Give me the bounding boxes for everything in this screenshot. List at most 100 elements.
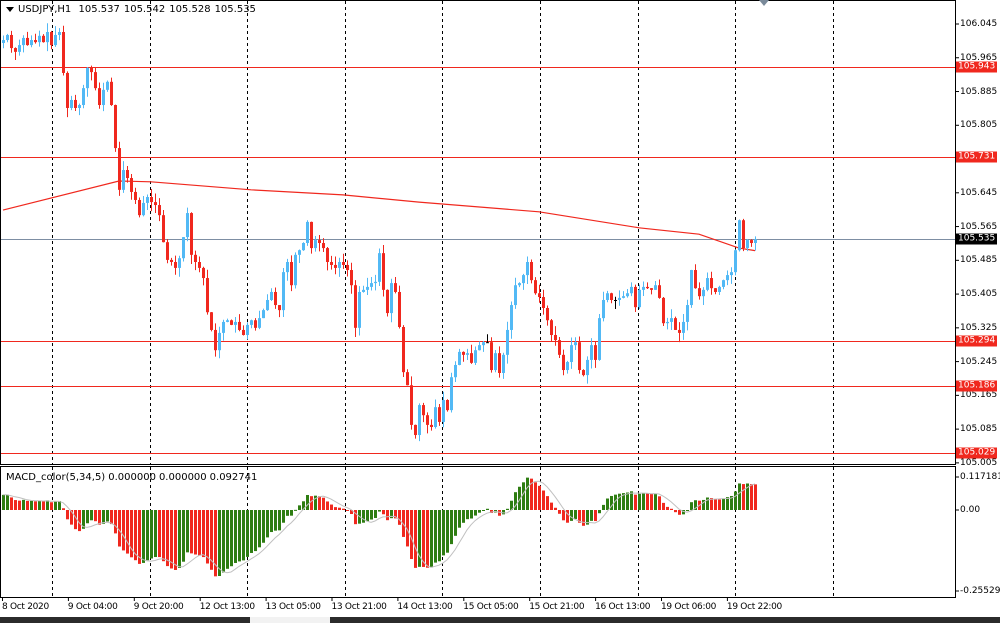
chart-shift-marker-icon[interactable] — [759, 0, 769, 6]
candle-body — [698, 288, 701, 297]
candle-body — [134, 191, 137, 200]
macd-histogram-bar — [366, 510, 369, 522]
candle-body — [558, 340, 561, 355]
macd-histogram-bar — [174, 510, 177, 570]
candle-body — [146, 197, 149, 203]
price-axis-label: 105.325 — [960, 322, 998, 333]
macd-histogram-bar — [598, 510, 601, 514]
candle-body — [270, 291, 273, 300]
candle-body — [614, 299, 617, 301]
macd-histogram-bar — [158, 510, 161, 558]
macd-histogram-bar — [218, 510, 221, 577]
candle-body — [706, 278, 709, 290]
macd-histogram-bar — [742, 484, 745, 510]
candle-body — [262, 310, 265, 319]
dropdown-triangle-icon[interactable] — [6, 6, 14, 12]
macd-histogram-bar — [690, 502, 693, 510]
macd-histogram-bar — [570, 510, 573, 521]
macd-histogram-bar — [226, 510, 229, 569]
candle-body — [150, 197, 153, 203]
candle-body — [234, 321, 237, 325]
macd-histogram-bar — [10, 497, 13, 510]
candle-body — [446, 400, 449, 411]
macd-histogram-bar — [110, 510, 113, 525]
candle-body — [654, 285, 657, 290]
macd-histogram-bar — [146, 510, 149, 561]
candle-body — [290, 262, 293, 286]
candle-body — [422, 405, 425, 416]
macd-histogram-bar — [590, 510, 593, 521]
candle-body — [14, 48, 17, 52]
candle-body — [242, 329, 245, 336]
macd-histogram-bar — [282, 510, 285, 523]
candle-body — [514, 285, 517, 306]
candle-body — [674, 318, 677, 330]
macd-histogram-bar — [250, 510, 253, 553]
candle-body — [306, 221, 309, 244]
macd-histogram-bar — [434, 510, 437, 563]
macd-histogram-bar — [674, 510, 677, 513]
macd-histogram-bar — [542, 490, 545, 510]
price-axis-label: 105.245 — [960, 356, 998, 367]
candle-body — [142, 202, 145, 216]
macd-histogram-bar — [338, 507, 341, 510]
bid-price-tag: 105.535 — [956, 233, 998, 245]
candle-body — [474, 350, 477, 363]
price-axis-label: 105.485 — [960, 255, 998, 266]
candle-body — [282, 272, 285, 311]
macd-histogram-bar — [166, 510, 169, 567]
macd-histogram-bar — [726, 497, 729, 510]
chart-tab-active[interactable] — [250, 617, 330, 623]
macd-histogram-bar — [414, 510, 417, 568]
candle-body — [594, 345, 597, 360]
candle-body — [250, 320, 253, 325]
macd-histogram-bar — [242, 510, 245, 561]
candle-body — [746, 240, 749, 249]
macd-histogram-bar — [450, 510, 453, 545]
candle-body — [94, 72, 97, 89]
macd-histogram-bar — [738, 483, 741, 510]
macd-histogram-bar — [50, 502, 53, 510]
candle-body — [118, 148, 121, 190]
macd-histogram-bar — [334, 507, 337, 510]
level-price-tag: 105.294 — [956, 335, 998, 347]
candle-body — [294, 254, 297, 286]
candle-body — [354, 285, 357, 328]
price-axis-label: 105.005 — [960, 457, 998, 468]
candle-body — [618, 297, 621, 300]
price-axis-label: 105.565 — [960, 221, 998, 232]
candle-body — [110, 81, 113, 106]
candle-body — [226, 320, 229, 322]
macd-histogram-bar — [722, 498, 725, 510]
candle-body — [90, 67, 93, 73]
macd-histogram-bar — [670, 508, 673, 510]
candle-body — [190, 213, 193, 255]
candle-body — [46, 32, 49, 43]
candle-body — [682, 321, 685, 333]
chart-canvas[interactable] — [0, 0, 1000, 617]
macd-histogram-bar — [102, 510, 105, 524]
candle-body — [350, 270, 353, 286]
candle-body — [534, 280, 537, 294]
candle-body — [314, 240, 317, 249]
candle-body — [734, 250, 737, 273]
macd-histogram-bar — [634, 494, 637, 510]
macd-histogram-bar — [558, 510, 561, 514]
macd-histogram-bar — [42, 501, 45, 510]
macd-histogram-bar — [714, 499, 717, 510]
time-axis-label: 15 Oct 21:00 — [529, 602, 585, 612]
candle-body — [406, 372, 409, 386]
macd-histogram-bar — [194, 510, 197, 555]
time-axis-label: 19 Oct 06:00 — [661, 602, 717, 612]
candle-body — [182, 237, 185, 259]
time-axis-label: 13 Oct 21:00 — [331, 602, 387, 612]
candle-body — [450, 377, 453, 411]
macd-histogram-bar — [666, 506, 669, 510]
macd-histogram-bar — [470, 510, 473, 519]
macd-value-1: 0.000000 — [108, 472, 156, 483]
macd-histogram-bar — [202, 510, 205, 558]
candle-body — [126, 170, 129, 179]
candle-body — [102, 89, 105, 106]
macd-histogram-bar — [638, 493, 641, 510]
macd-histogram-bar — [94, 510, 97, 522]
